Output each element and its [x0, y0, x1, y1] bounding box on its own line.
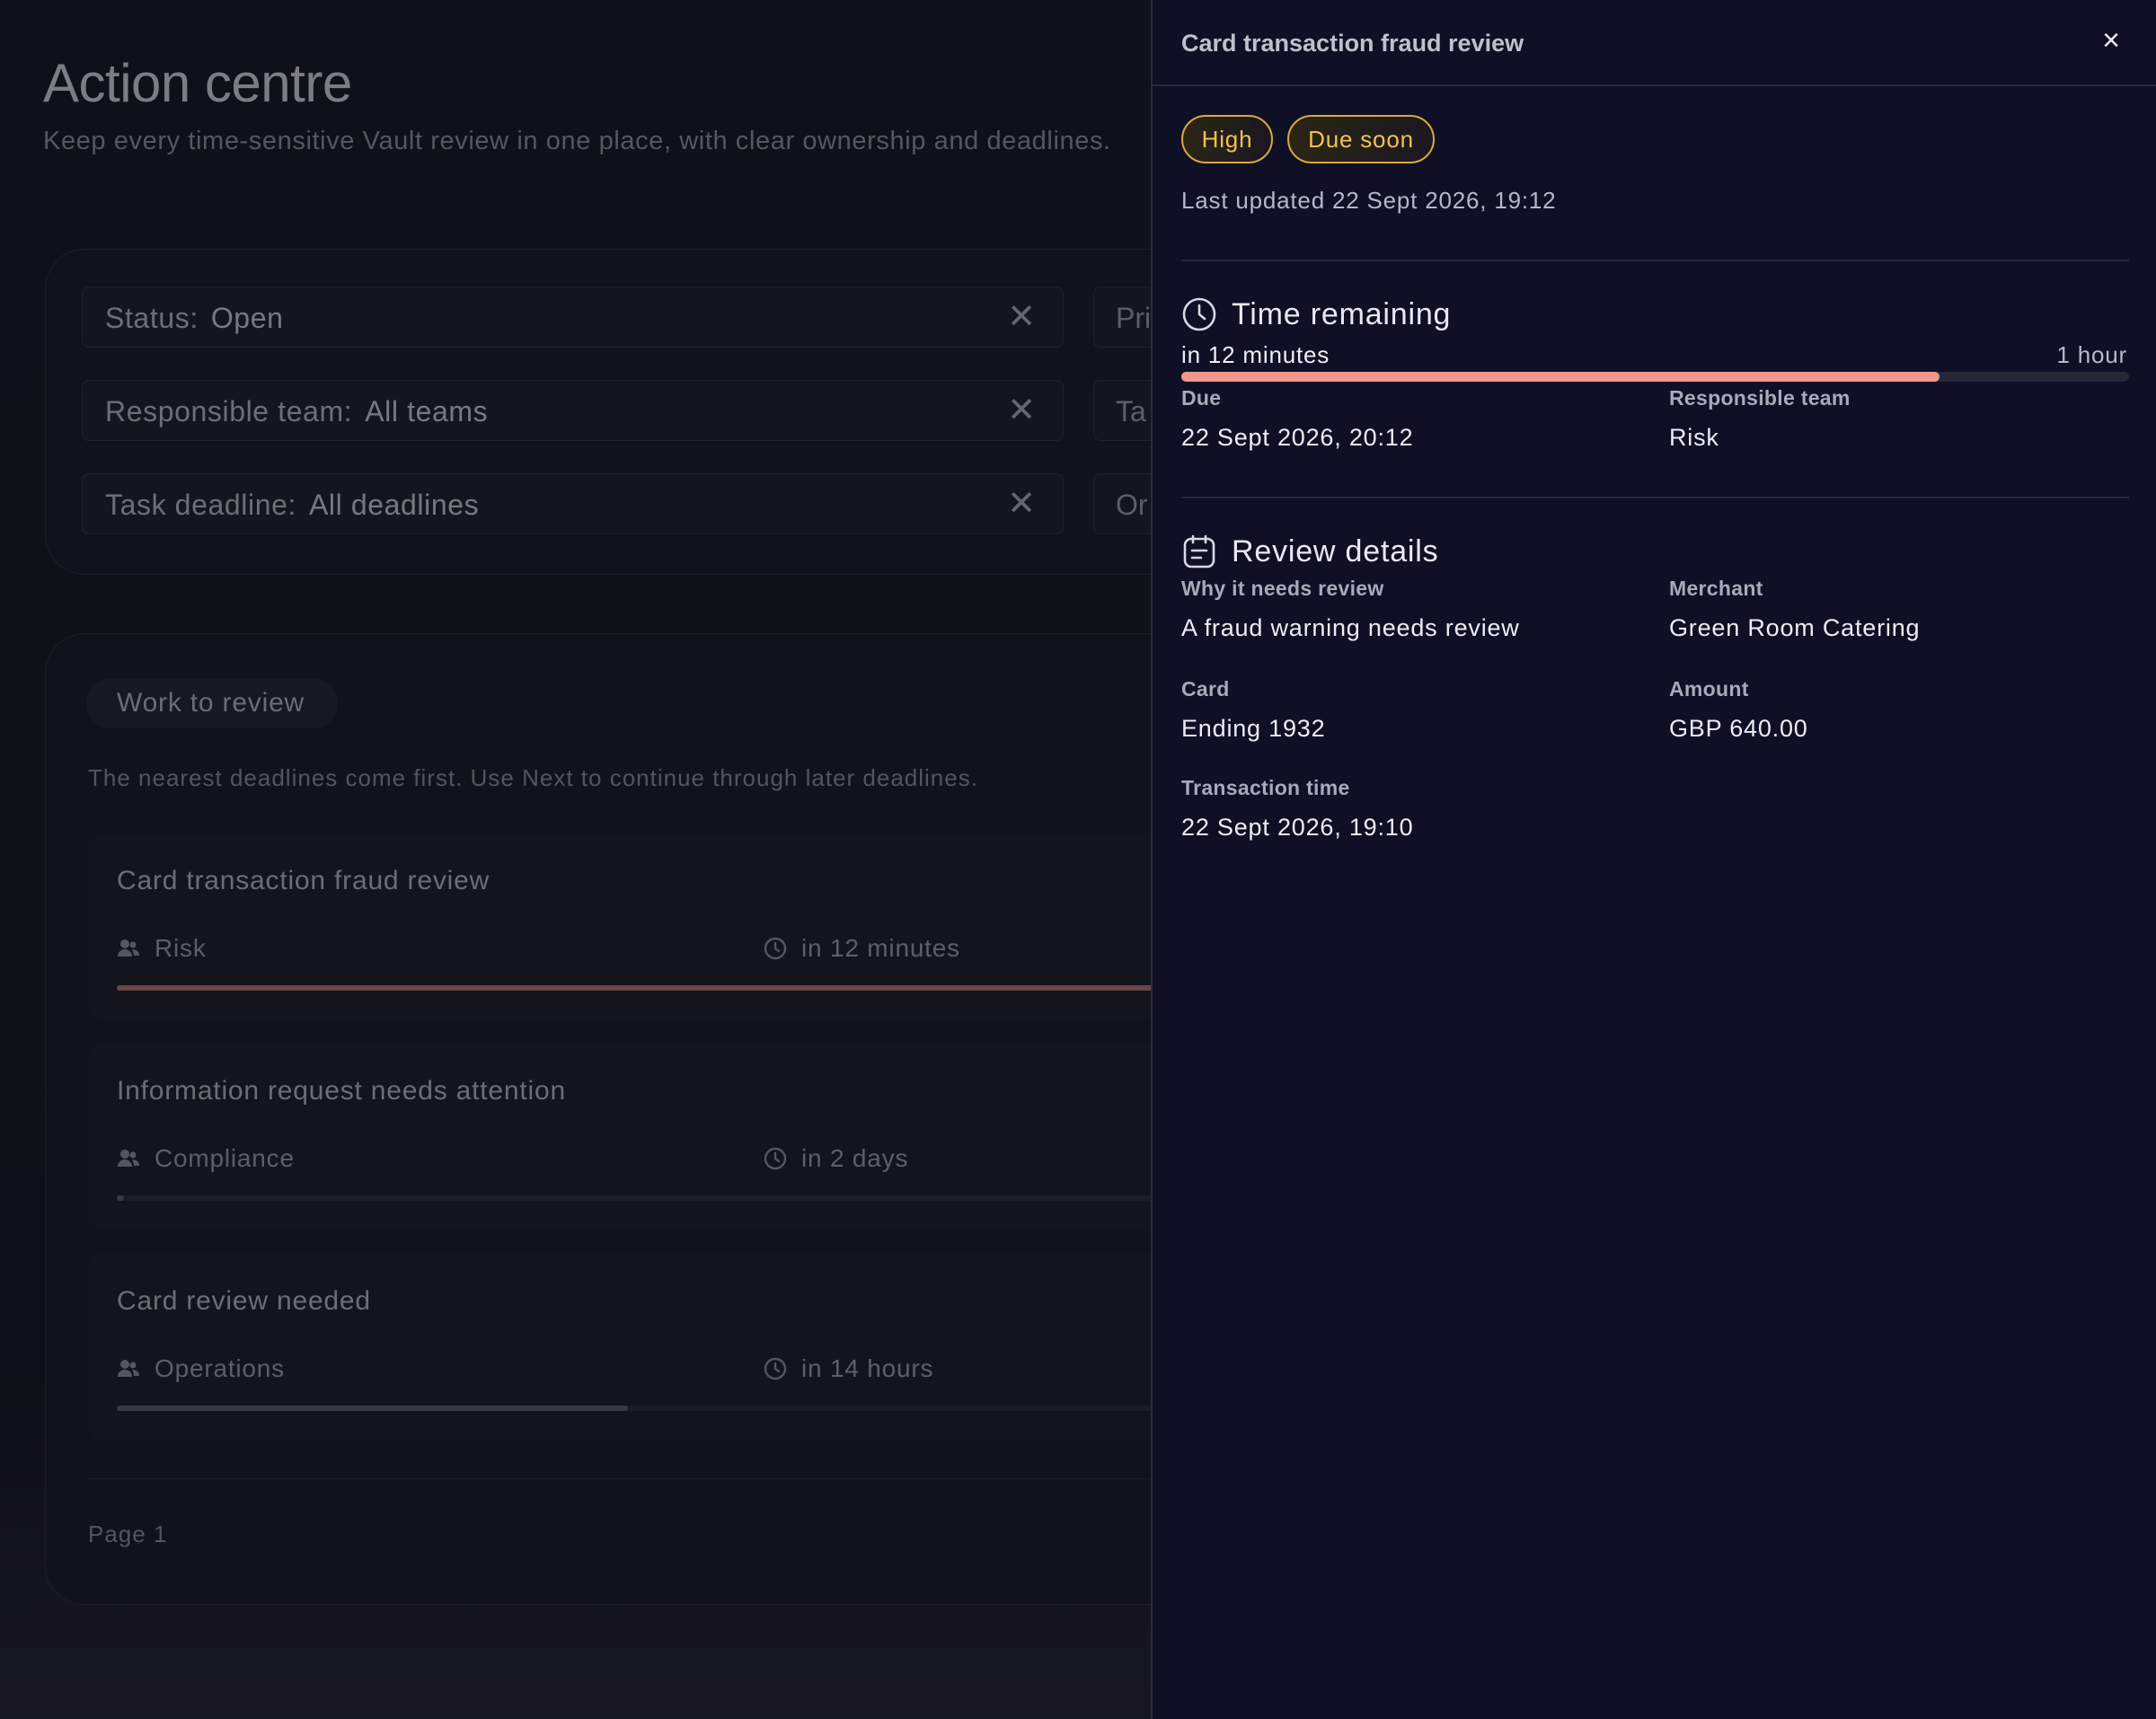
- task-detail-drawer: Card transaction fraud review × High Due…: [1151, 0, 2156, 1719]
- card-label: Card: [1181, 677, 1230, 701]
- time-remaining-fill: [1181, 372, 1940, 382]
- clock-icon: [1182, 297, 1216, 331]
- merchant-label: Merchant: [1669, 577, 1763, 600]
- modal-overlay[interactable]: [0, 0, 1152, 1719]
- last-updated: Last updated 22 Sept 2026, 19:12: [1181, 187, 1557, 214]
- amount-value: GBP 640.00: [1669, 715, 1808, 742]
- status-badge: Due soon: [1287, 115, 1435, 163]
- review-details-heading: Review details: [1181, 533, 1438, 569]
- responsible-team-value: Risk: [1669, 424, 1719, 451]
- card-value: Ending 1932: [1181, 715, 1326, 742]
- time-remaining-title: Time remaining: [1232, 296, 1452, 331]
- transaction-time-value: 22 Sept 2026, 19:10: [1181, 814, 1414, 841]
- calendar-note-icon: [1183, 534, 1215, 569]
- time-window-label: 1 hour: [2056, 341, 2127, 368]
- merchant-value: Green Room Catering: [1669, 614, 1921, 641]
- priority-badge: High: [1181, 115, 1273, 163]
- amount-label: Amount: [1669, 677, 1749, 701]
- review-details-title: Review details: [1232, 533, 1439, 569]
- due-label: Due: [1181, 386, 1222, 410]
- drawer-title: Card transaction fraud review: [1181, 30, 1524, 57]
- drawer-header: Card transaction fraud review ×: [1153, 0, 2156, 86]
- time-remaining-heading: Time remaining: [1181, 296, 1451, 332]
- close-button[interactable]: ×: [2102, 25, 2120, 56]
- divider: [1181, 497, 2129, 498]
- reason-label: Why it needs review: [1181, 577, 1384, 600]
- time-remaining-track: [1181, 372, 2129, 382]
- time-remaining-value: in 12 minutes: [1181, 341, 1330, 368]
- reason-value: A fraud warning needs review: [1181, 614, 1520, 641]
- due-value: 22 Sept 2026, 20:12: [1181, 424, 1414, 451]
- responsible-team-label: Responsible team: [1669, 386, 1851, 410]
- divider: [1181, 260, 2129, 261]
- transaction-time-label: Transaction time: [1181, 776, 1350, 799]
